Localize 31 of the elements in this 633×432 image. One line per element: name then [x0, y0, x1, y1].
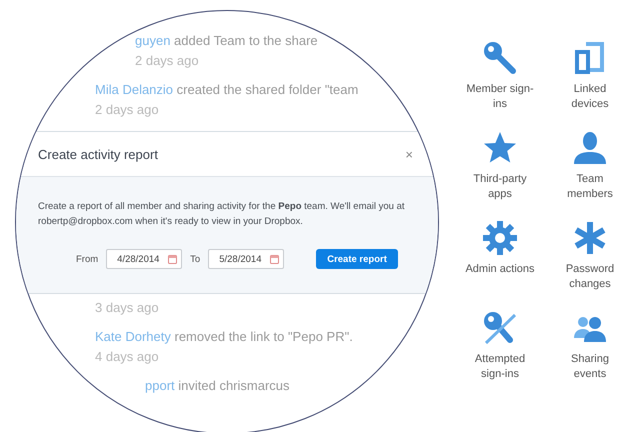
activity-time: 3 days ago [95, 300, 160, 315]
gear-icon [482, 220, 518, 256]
create-report-button[interactable]: Create report [316, 249, 398, 269]
category-label[interactable]: Password changes [555, 262, 625, 292]
category-label[interactable]: Attempted sign-ins [465, 352, 535, 382]
activity-text: pport invited chrismarcus [145, 378, 291, 393]
key-icon [482, 40, 518, 76]
person-icon [572, 130, 608, 166]
calendar-icon [270, 254, 280, 264]
asterisk-icon [572, 220, 608, 256]
activity-time: 4 days ago [95, 349, 160, 364]
category-label[interactable]: Sharing events [555, 352, 625, 382]
activity-text: Kate Dorhety removed the link to "Pepo PR". [95, 329, 354, 344]
category-label[interactable]: Linked devices [555, 82, 625, 112]
dialog-description: Create a report of all member and sharing activity for the Pepo team. We'll email you at robertp@dropbox.com when it's ready to view in your Dropbox. [38, 200, 406, 229]
to-label: To [190, 254, 200, 264]
activity-time: 2 days ago [95, 102, 160, 117]
from-date-field[interactable]: 4/28/2014 [106, 249, 182, 269]
calendar-icon [168, 254, 178, 264]
activity-text: Mila Delanzio created the shared folder "team [95, 82, 360, 97]
dialog-title: Create activity report [38, 146, 158, 162]
category-label[interactable]: Third-party apps [465, 172, 535, 202]
close-button[interactable]: × [405, 146, 413, 162]
category-label[interactable]: Team members [555, 172, 625, 202]
category-label[interactable]: Admin actions [465, 262, 535, 277]
category-label[interactable]: Member sign-ins [465, 82, 535, 112]
key-slash-icon [482, 310, 518, 346]
from-label: From [76, 254, 98, 264]
to-date-field[interactable]: 5/28/2014 [208, 249, 284, 269]
activity-text: guyen added Team to the share [135, 33, 319, 48]
activity-time: 2 days ago [135, 53, 200, 68]
